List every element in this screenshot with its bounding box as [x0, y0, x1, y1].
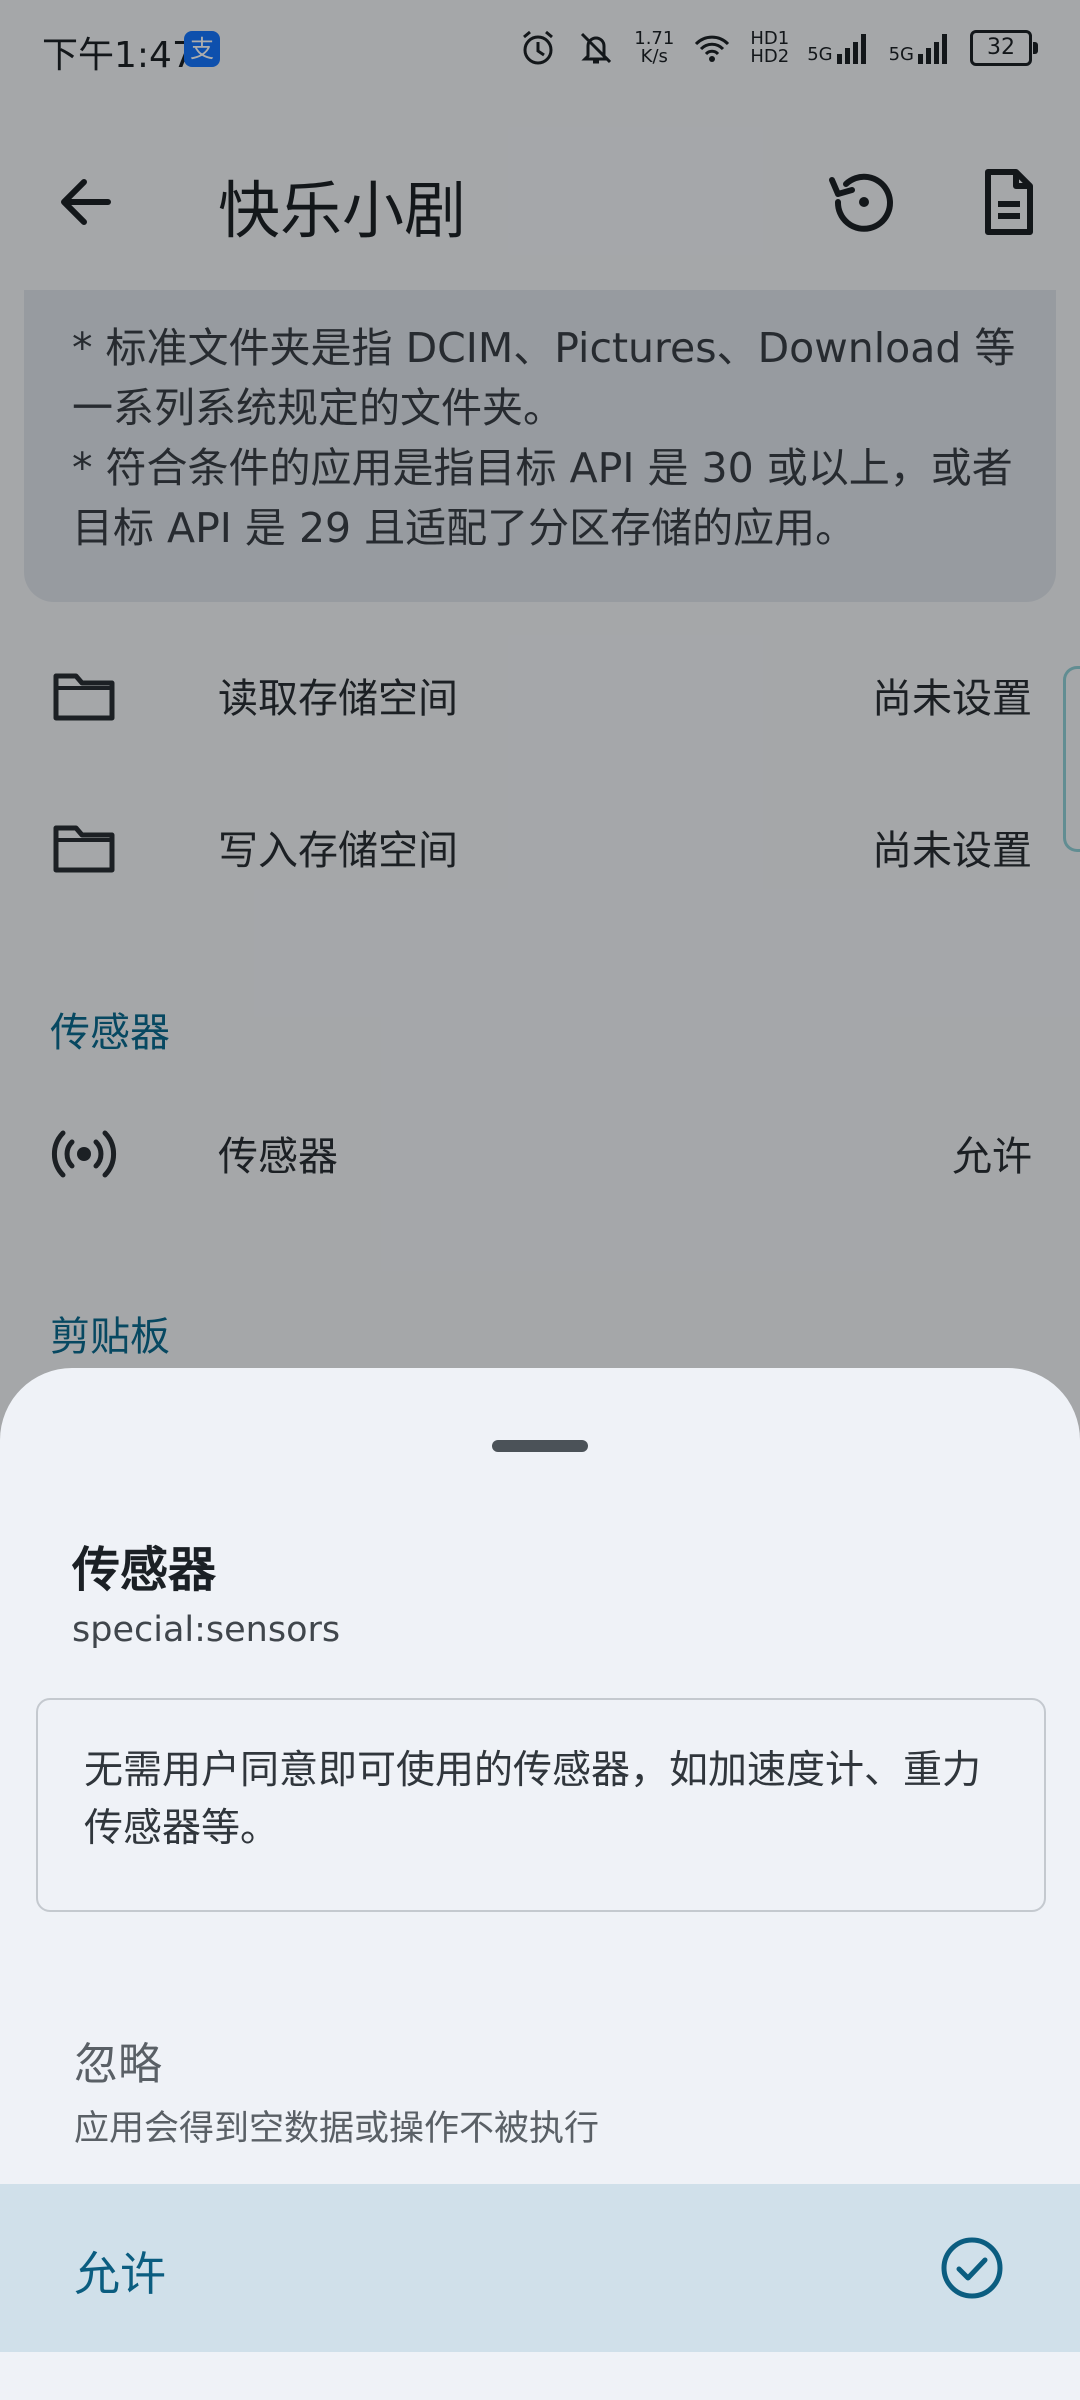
- description-text: 无需用户同意即可使用的传感器，如加速度计、重力传感器等。: [84, 1748, 982, 1851]
- option-title: 忽略: [74, 2039, 162, 2090]
- sheet-subtitle: special:sensors: [72, 1610, 341, 1650]
- check-circle-icon: [941, 2237, 1003, 2299]
- option-ignore[interactable]: 忽略 应用会得到空数据或操作不被执行: [0, 1988, 1080, 2178]
- sheet-title: 传感器: [72, 1542, 217, 1598]
- option-allow[interactable]: 允许: [0, 2184, 1080, 2352]
- option-title: 允许: [74, 2247, 166, 2301]
- bottom-sheet: 传感器 special:sensors 无需用户同意即可使用的传感器，如加速度计…: [0, 1368, 1080, 2400]
- description-box: 无需用户同意即可使用的传感器，如加速度计、重力传感器等。: [36, 1698, 1046, 1912]
- drag-handle[interactable]: [492, 1440, 588, 1452]
- option-subtitle: 应用会得到空数据或操作不被执行: [74, 2109, 600, 2149]
